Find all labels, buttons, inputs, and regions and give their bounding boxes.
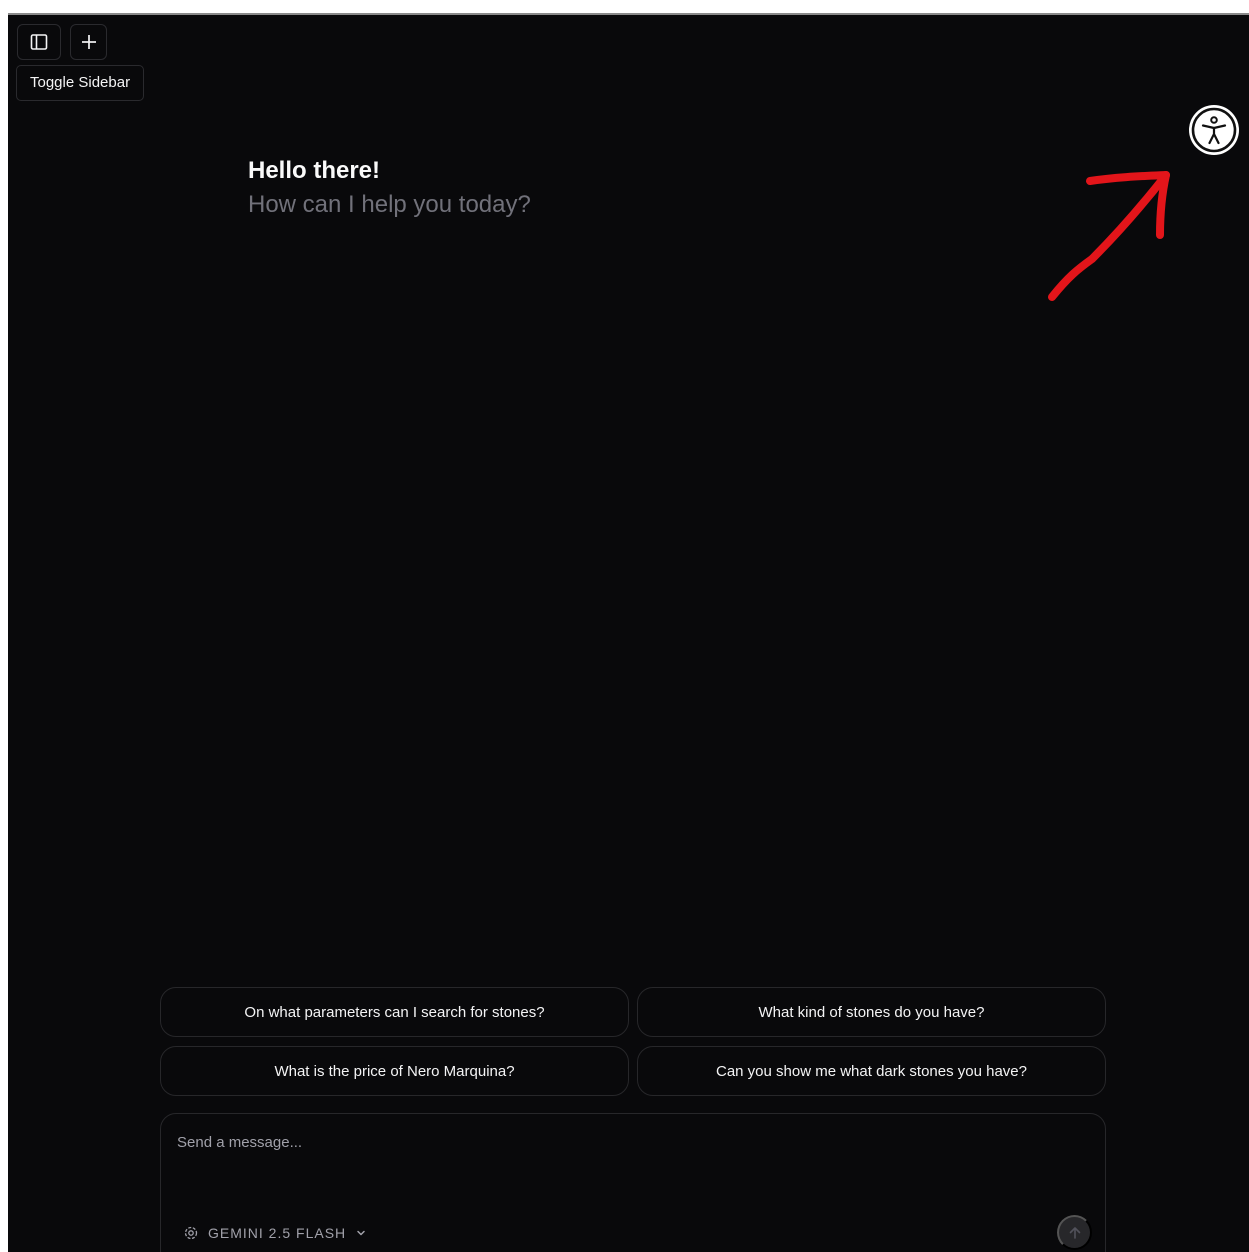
new-chat-button[interactable] (70, 24, 107, 60)
toggle-sidebar-button[interactable] (17, 24, 61, 60)
accessibility-icon (1191, 107, 1237, 153)
suggestion-search-parameters[interactable]: On what parameters can I search for ston… (160, 987, 629, 1037)
arrow-up-icon (1069, 1226, 1080, 1239)
chevron-down-icon (357, 1230, 365, 1236)
suggestion-nero-marquina-price[interactable]: What is the price of Nero Marquina? (160, 1046, 629, 1096)
message-composer: GEMINI 2.5 FLASH (160, 1113, 1106, 1252)
model-name: GEMINI 2.5 FLASH (208, 1225, 347, 1241)
model-chip-icon (184, 1226, 198, 1240)
greeting-title: Hello there! (248, 157, 381, 184)
greeting-subtitle: How can I help you today? (248, 191, 531, 218)
suggestion-dark-stones[interactable]: Can you show me what dark stones you hav… (637, 1046, 1106, 1096)
plus-icon (81, 35, 96, 49)
send-button[interactable] (1057, 1215, 1092, 1250)
arrow-annotation (1048, 171, 1170, 301)
greeting: Hello there! How can I help you today? (248, 155, 531, 223)
suggested-prompts: On what parameters can I search for ston… (160, 987, 1106, 1096)
message-input[interactable] (175, 1132, 1079, 1196)
suggestion-stone-kinds[interactable]: What kind of stones do you have? (637, 987, 1106, 1037)
chat-app: Toggle Sidebar Hello there! How can I he… (8, 13, 1249, 1252)
model-selector[interactable]: GEMINI 2.5 FLASH (183, 1221, 367, 1245)
sidebar-icon (30, 34, 48, 50)
toggle-sidebar-tooltip: Toggle Sidebar (16, 65, 145, 101)
accessibility-button[interactable] (1189, 105, 1239, 155)
